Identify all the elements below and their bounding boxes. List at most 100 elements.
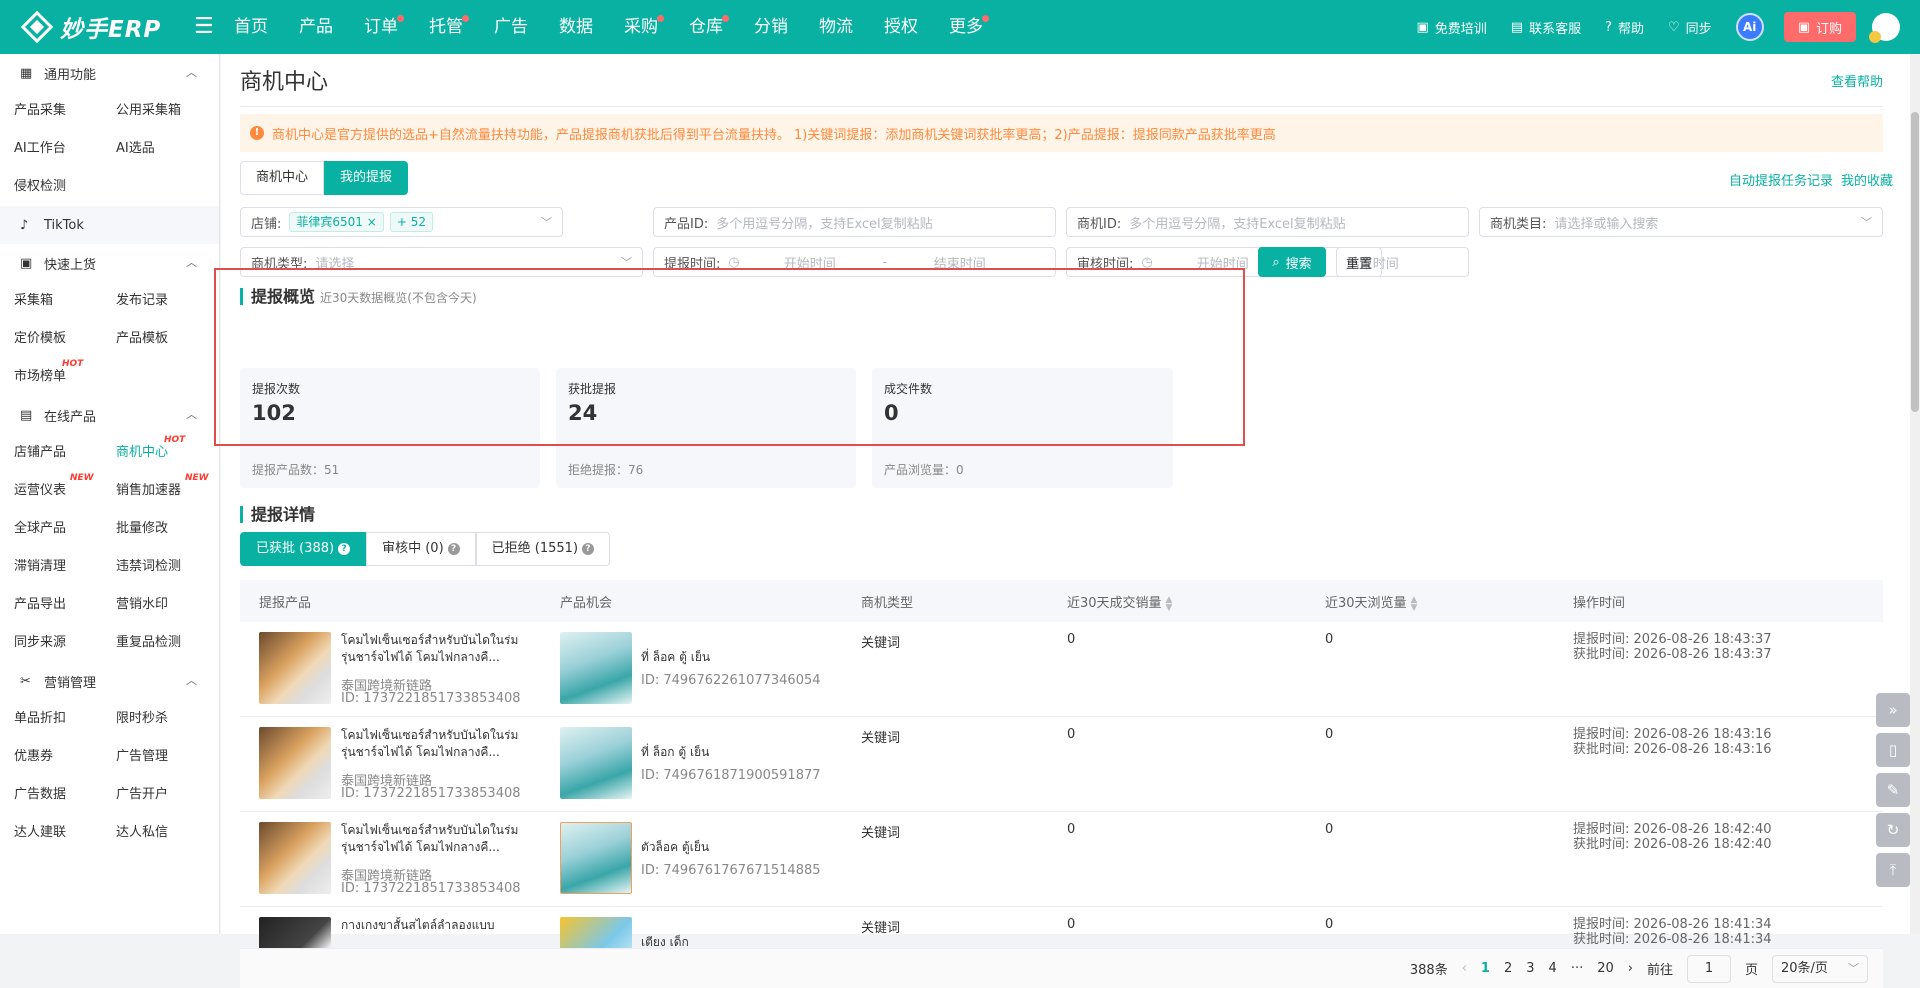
product-name[interactable]: โคมไฟเซ็นเซอร์สำหรับบันไดในร่ม รุ่นชาร์จ…	[341, 632, 531, 668]
page-number[interactable]: 2	[1504, 961, 1512, 976]
my-favorites-link[interactable]: 我的收藏	[1841, 170, 1893, 189]
sidebar-item-product-collect[interactable]: 产品采集	[14, 92, 116, 130]
nav-warehouse[interactable]: 仓库	[689, 0, 729, 54]
opportunity-id-field[interactable]: 商机ID: 多个用逗号分隔，支持Excel复制粘贴	[1066, 207, 1469, 237]
column-header-sortable[interactable]: 近30天成交销量 ▲ ▼	[1067, 592, 1172, 612]
reset-button[interactable]: 重置	[1336, 247, 1382, 277]
nav-distribution[interactable]: 分销	[754, 0, 788, 54]
order-button[interactable]: ▣ 订购	[1783, 12, 1856, 42]
sidebar-section-online-products[interactable]: ▤ 在线产品 ︿	[0, 396, 219, 434]
nav-orders[interactable]: 订单	[364, 0, 404, 54]
ai-assistant-button[interactable]: Ai	[1735, 13, 1764, 41]
close-icon[interactable]: ×	[367, 215, 377, 229]
opportunity-thumbnail[interactable]	[560, 632, 632, 704]
menu-toggle-icon[interactable]: ☰	[194, 15, 214, 39]
product-thumbnail[interactable]	[259, 727, 331, 799]
refresh-icon[interactable]: ↻	[1876, 813, 1910, 847]
mobile-icon[interactable]: ▯	[1876, 733, 1910, 767]
sidebar-section-marketing[interactable]: ✂ 营销管理 ︿	[0, 662, 219, 700]
sidebar-item-market-ranking[interactable]: 市场榜单 HOT	[14, 358, 116, 396]
product-thumbnail[interactable]	[259, 822, 331, 894]
sidebar-section-quick-listing[interactable]: ▣ 快速上货 ︿	[0, 244, 219, 282]
sidebar-section-general[interactable]: ▦ 通用功能 ︿	[0, 54, 219, 92]
opportunity-thumbnail[interactable]	[560, 917, 632, 948]
sidebar-item-batch-edit[interactable]: 批量修改	[116, 510, 218, 548]
product-id-field[interactable]: 产品ID: 多个用逗号分隔，支持Excel复制粘贴	[653, 207, 1056, 237]
product-thumbnail[interactable]	[259, 632, 331, 704]
sidebar-item-collect-box[interactable]: 采集箱	[14, 282, 116, 320]
sidebar-item-influencer-messages[interactable]: 达人私信	[116, 814, 218, 852]
sidebar-item-public-collect-box[interactable]: 公用采集箱	[116, 92, 218, 130]
opportunity-thumbnail[interactable]	[560, 727, 632, 799]
sidebar-item-forbidden-words[interactable]: 违禁词检测	[116, 548, 218, 586]
logo[interactable]: 妙手ERP	[20, 10, 161, 44]
nav-hosting[interactable]: 托管	[429, 0, 469, 54]
sidebar-item-single-discount[interactable]: 单品折扣	[14, 700, 116, 738]
sidebar-item-shop-products[interactable]: 店铺产品	[14, 434, 116, 472]
product-name[interactable]: โคมไฟเซ็นเซอร์สำหรับบันไดในร่ม รุ่นชาร์จ…	[341, 727, 531, 763]
tab-reviewing[interactable]: 审核中 (0)?	[366, 532, 476, 566]
scrollbar[interactable]	[1910, 54, 1920, 934]
view-help-link[interactable]: 查看帮助	[1831, 71, 1883, 90]
product-name[interactable]: โคมไฟเซ็นเซอร์สำหรับบันไดในร่ม รุ่นชาร์จ…	[341, 822, 531, 858]
more-pages-icon[interactable]: ···	[1571, 961, 1583, 976]
sidebar-item-product-export[interactable]: 产品导出	[14, 586, 116, 624]
next-page-icon[interactable]: ›	[1628, 961, 1633, 976]
nav-data[interactable]: 数据	[559, 0, 593, 54]
sidebar-item-marketing-watermark[interactable]: 营销水印	[116, 586, 218, 624]
sidebar-item-ad-data[interactable]: 广告数据	[14, 776, 116, 814]
search-button[interactable]: ⌕ 搜索	[1258, 247, 1326, 277]
opportunity-thumbnail[interactable]	[560, 822, 632, 894]
sidebar-item-ad-account[interactable]: 广告开户	[116, 776, 218, 814]
sidebar-item-sales-accelerator[interactable]: 销售加速器 NEW	[116, 472, 218, 510]
page-size-select[interactable]: 20条/页 ﹀	[1772, 954, 1868, 983]
sidebar-item-infringement-check[interactable]: 侵权检测	[14, 168, 116, 206]
sync-link[interactable]: ♡ 同步	[1668, 18, 1712, 37]
expand-icon[interactable]: »	[1876, 693, 1910, 727]
category-select[interactable]: 商机类目: 请选择或输入搜索 ﹀	[1479, 207, 1883, 237]
nav-logistics[interactable]: 物流	[819, 0, 853, 54]
sidebar-item-slow-sales-cleanup[interactable]: 滞销清理	[14, 548, 116, 586]
nav-home[interactable]: 首页	[234, 0, 268, 54]
user-avatar[interactable]	[1869, 13, 1900, 43]
auto-submit-records-link[interactable]: 自动提报任务记录	[1729, 170, 1833, 189]
nav-purchase[interactable]: 采购	[624, 0, 664, 54]
prev-page-icon[interactable]: ‹	[1462, 961, 1467, 976]
sidebar-item-duplicate-check[interactable]: 重复品检测	[116, 624, 218, 662]
feedback-icon[interactable]: ✎	[1876, 773, 1910, 807]
sidebar-item-product-template[interactable]: 产品模板	[116, 320, 218, 358]
sidebar-item-influencer-outreach[interactable]: 达人建联	[14, 814, 116, 852]
nav-products[interactable]: 产品	[299, 0, 333, 54]
page-number[interactable]: 4	[1549, 961, 1557, 976]
back-to-top-icon[interactable]: ⤒	[1876, 853, 1910, 887]
sidebar-item-publish-records[interactable]: 发布记录	[116, 282, 218, 320]
tab-my-submissions[interactable]: 我的提报	[324, 161, 409, 195]
nav-more[interactable]: 更多	[949, 0, 989, 54]
tab-approved[interactable]: 已获批 (388)?	[240, 532, 367, 566]
nav-ads[interactable]: 广告	[494, 0, 528, 54]
goto-page-input[interactable]: 1	[1686, 954, 1731, 983]
tab-rejected[interactable]: 已拒绝 (1551)?	[475, 532, 611, 566]
sidebar-item-ai-selection[interactable]: AI选品	[116, 130, 218, 168]
product-thumbnail[interactable]	[259, 917, 331, 948]
shop-select[interactable]: 店铺: 菲律宾6501 × + 52 ﹀	[240, 207, 563, 237]
sidebar-item-global-products[interactable]: 全球产品	[14, 510, 116, 548]
sidebar-item-coupons[interactable]: 优惠券	[14, 738, 116, 776]
sidebar-item-sync-source[interactable]: 同步来源	[14, 624, 116, 662]
page-number[interactable]: 3	[1526, 961, 1534, 976]
help-link-top[interactable]: ? 帮助	[1605, 18, 1644, 37]
scroll-thumb[interactable]	[1911, 112, 1919, 412]
sidebar-item-pricing-template[interactable]: 定价模板	[14, 320, 116, 358]
page-number[interactable]: 1	[1481, 961, 1490, 976]
sidebar-item-ai-workbench[interactable]: AI工作台	[14, 130, 116, 168]
tab-opportunity-center[interactable]: 商机中心	[240, 161, 325, 195]
sidebar-section-tiktok[interactable]: ♪ TikTok	[0, 206, 219, 244]
page-number[interactable]: 20	[1597, 961, 1614, 976]
sidebar-item-operations-dashboard[interactable]: 运营仪表 NEW	[14, 472, 116, 510]
training-link[interactable]: ▣ 免费培训	[1416, 18, 1486, 37]
sidebar-item-opportunity-center[interactable]: 商机中心 HOT	[116, 434, 218, 472]
nav-authorization[interactable]: 授权	[884, 0, 918, 54]
sidebar-item-flash-sale[interactable]: 限时秒杀	[116, 700, 218, 738]
customer-service-link[interactable]: ▤ 联系客服	[1511, 18, 1581, 37]
column-header-sortable[interactable]: 近30天浏览量 ▲ ▼	[1325, 592, 1417, 612]
